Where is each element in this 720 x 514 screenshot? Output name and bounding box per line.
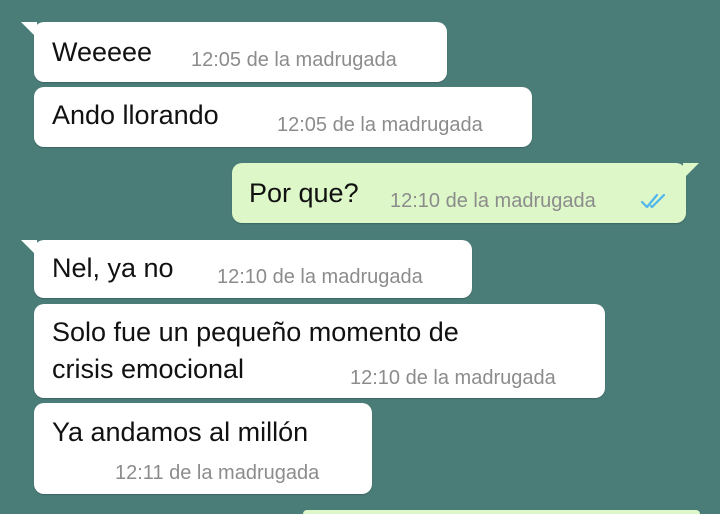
message-timestamp: 12:11 de la madrugada (115, 462, 320, 484)
message-bubble-incoming[interactable]: Weeeee 12:05 de la madrugada (21, 22, 447, 82)
message-bubble-incoming[interactable]: Solo fue un pequeño momento de crisis em… (34, 304, 605, 398)
double-check-icon (640, 193, 666, 209)
message-bubble-outgoing-partial (303, 510, 700, 514)
message-text: Nel, ya no (52, 253, 174, 283)
message-bubble-outgoing[interactable]: Por que? 12:10 de la madrugada (232, 163, 699, 223)
message-timestamp: 12:05 de la madrugada (191, 49, 397, 71)
message-text: Por que? (249, 178, 359, 208)
message-timestamp: 12:10 de la madrugada (350, 367, 556, 389)
message-timestamp: 12:05 de la madrugada (277, 114, 483, 136)
message-bubble-incoming[interactable]: Ando llorando 12:05 de la madrugada (34, 87, 532, 147)
message-bubble-incoming[interactable]: Nel, ya no 12:10 de la madrugada (21, 240, 472, 298)
message-text-line-2: crisis emocional (52, 354, 245, 384)
message-text: Ya andamos al millón (52, 417, 309, 447)
message-bubble-incoming[interactable]: Ya andamos al millón 12:11 de la madruga… (34, 403, 372, 494)
message-timestamp: 12:10 de la madrugada (217, 266, 423, 288)
message-text: Weeeee (52, 37, 153, 67)
message-timestamp: 12:10 de la madrugada (390, 190, 596, 212)
message-text: Solo fue un pequeño momento de (52, 317, 459, 347)
message-text: Ando llorando (52, 100, 219, 130)
